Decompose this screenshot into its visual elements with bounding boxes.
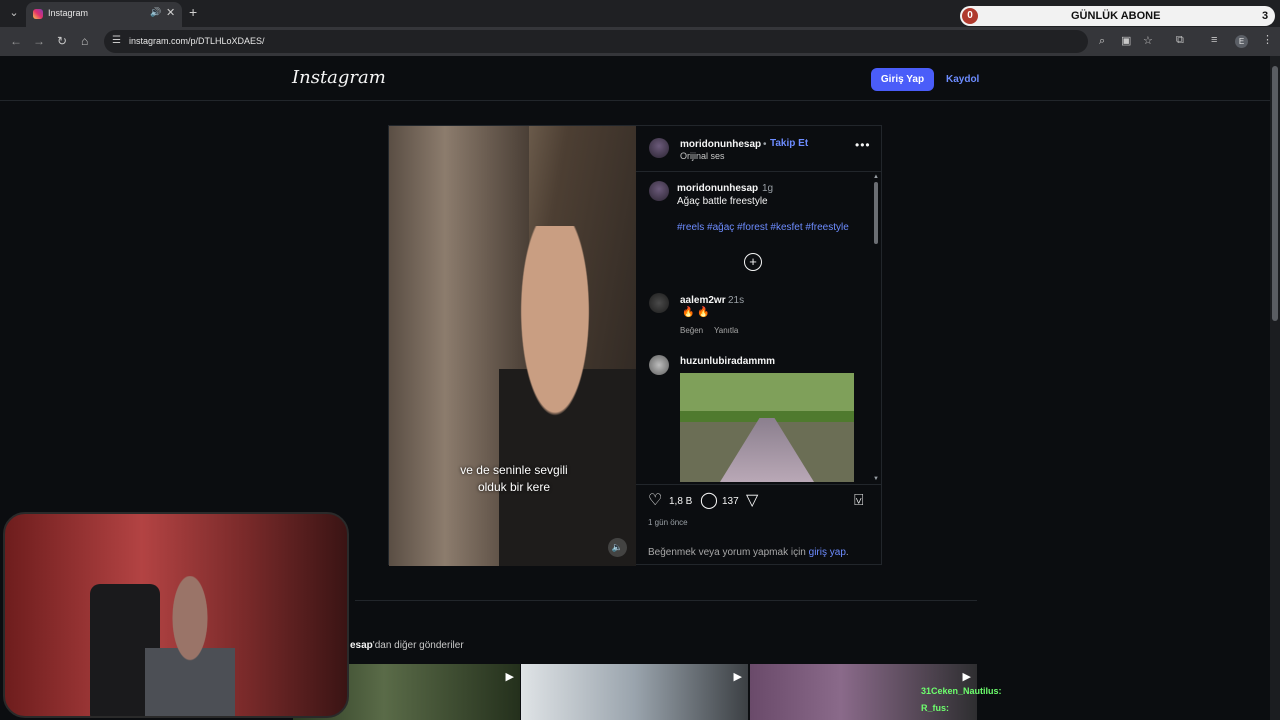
comment-count: 137	[722, 496, 739, 507]
chat-line: R_fus:	[921, 703, 949, 713]
comment-username[interactable]: aalem2wr	[680, 295, 726, 306]
instagram-logo[interactable]: Instagram	[292, 67, 386, 88]
comment-reply-link[interactable]: Yanıtla	[714, 326, 738, 335]
url-text: instagram.com/p/DTLHLoXDAES/	[129, 36, 265, 46]
separator-dot: •	[763, 139, 767, 150]
tab-title: Instagram	[48, 8, 89, 18]
section-divider	[355, 600, 977, 601]
comment-username[interactable]: huzunlubiradammm	[680, 356, 775, 367]
login-prompt-prefix: Beğenmek veya yorum yapmak için	[648, 547, 806, 558]
author-username[interactable]: moridonunhesap	[680, 139, 761, 150]
chat-user: 31Ceken_Nautilus:	[921, 686, 1002, 696]
more-posts-heading: esap'dan diğer gönderiler	[350, 640, 464, 651]
post-actions: ♡ 1,8 B ◯ 137 ▽ ⍌ 1 gün önce Beğenmek ve…	[636, 484, 881, 564]
new-tab-icon[interactable]: +	[189, 4, 197, 20]
ig-header: Instagram Giriş Yap Kaydol	[0, 56, 1270, 101]
road-shape	[720, 418, 814, 482]
load-more-comments-icon[interactable]: +	[744, 253, 762, 271]
bookmark-icon[interactable]: ⍌	[854, 493, 864, 509]
post-card: ve de seninle sevgili olduk bir kere 🔈 m…	[388, 125, 882, 566]
forward-arrow-icon[interactable]: →	[33, 34, 45, 48]
signup-link[interactable]: Kaydol	[946, 74, 979, 85]
profile-avatar[interactable]: E	[1235, 35, 1248, 48]
post-sidebar: moridonunhesap • Takip Et Orijinal ses •…	[636, 126, 881, 564]
reel-icon: ▶	[505, 671, 514, 683]
page-scrollbar[interactable]	[1270, 56, 1280, 720]
home-icon[interactable]: ⌂	[81, 34, 88, 48]
extensions-icon[interactable]: ⧉	[1176, 34, 1184, 46]
install-app-icon[interactable]: ▣	[1121, 35, 1131, 47]
login-prompt-suffix: .	[845, 547, 849, 558]
comments-scrollbar[interactable]: ▲ ▼	[873, 174, 879, 482]
mute-toggle-icon[interactable]: 🔈	[608, 538, 627, 557]
author-avatar[interactable]	[649, 138, 669, 158]
tab-audio-icon[interactable]: 🔊	[150, 7, 161, 18]
sub-counter-current: 0	[962, 8, 978, 24]
share-send-icon[interactable]: ▽	[746, 493, 758, 509]
sub-counter-title: GÜNLÜK ABONE	[1071, 10, 1161, 22]
reload-icon[interactable]: ↻	[57, 34, 67, 48]
page-scroll-thumb[interactable]	[1272, 66, 1278, 321]
chat-line: 31Ceken_Nautilus:	[921, 686, 1002, 696]
webcam-overlay	[3, 512, 349, 718]
login-prompt: Beğenmek veya yorum yapmak için giriş ya…	[648, 547, 849, 558]
video-subtitle-line1: ve de seninle sevgili	[460, 463, 568, 477]
caption-hashtags[interactable]: #reels #ağaç #forest #kesfet #freestyle	[677, 222, 849, 233]
audio-label[interactable]: Orijinal ses	[680, 151, 725, 161]
posted-time: 1 gün önce	[648, 518, 688, 527]
menu-kebab-icon[interactable]: ⋮	[1262, 34, 1273, 46]
scroll-down-arrow-icon[interactable]: ▼	[873, 476, 879, 482]
reel-video[interactable]: ve de seninle sevgili olduk bir kere 🔈	[389, 126, 636, 566]
caption-username[interactable]: moridonunhesap	[677, 183, 758, 194]
like-count: 1,8 B	[669, 496, 693, 507]
browser-tab[interactable]: Instagram 🔊 ✕	[26, 2, 182, 27]
caption-text: Ağaç battle freestyle	[677, 196, 768, 207]
comment-bubble-icon[interactable]: ◯	[700, 493, 718, 509]
login-prompt-link[interactable]: giriş yap	[809, 547, 846, 558]
more-options-icon[interactable]: •••	[855, 138, 871, 152]
comment-like-link[interactable]: Beğen	[680, 326, 703, 335]
login-button[interactable]: Giriş Yap	[871, 68, 934, 91]
reading-list-icon[interactable]: ≡	[1211, 34, 1217, 46]
heart-icon[interactable]: ♡	[648, 493, 662, 509]
comments-scroll-thumb[interactable]	[874, 182, 878, 244]
zoom-icon[interactable]: ⌕	[1099, 35, 1105, 47]
comment-avatar[interactable]	[649, 293, 669, 313]
chat-user: R_fus:	[921, 703, 950, 713]
video-subtitle: ve de seninle sevgili olduk bir kere	[419, 462, 609, 496]
sub-counter-goal: 3	[1262, 10, 1269, 22]
back-arrow-icon[interactable]: ←	[10, 34, 22, 48]
tab-close-icon[interactable]: ✕	[166, 6, 175, 19]
sub-counter-overlay: 0 GÜNLÜK ABONE 3	[960, 6, 1275, 26]
more-posts-suffix: 'dan diğer gönderiler	[372, 640, 464, 651]
tab-list-chevron-icon[interactable]: ⌄	[5, 4, 23, 22]
reel-icon: ▶	[962, 671, 971, 683]
video-subtitle-line2: olduk bir kere	[477, 480, 551, 494]
caption-time: 1g	[762, 183, 774, 194]
webcam-streamer	[145, 576, 235, 716]
follow-button[interactable]: Takip Et	[770, 138, 808, 149]
reel-icon: ▶	[733, 671, 742, 683]
scroll-up-arrow-icon[interactable]: ▲	[873, 174, 879, 180]
browser-toolbar: ← → ↻ ⌂ ☰ instagram.com/p/DTLHLoXDAES/ ⌕…	[0, 27, 1280, 56]
post-header: moridonunhesap • Takip Et Orijinal ses •…	[636, 126, 881, 172]
comment-gif-image	[680, 373, 854, 482]
comment-avatar[interactable]	[649, 355, 669, 375]
caption-avatar[interactable]	[649, 181, 669, 201]
instagram-favicon-icon	[33, 9, 43, 19]
bookmark-star-icon[interactable]: ☆	[1143, 35, 1153, 47]
address-bar[interactable]: ☰ instagram.com/p/DTLHLoXDAES/ ⌕ ▣ ☆	[104, 30, 1153, 53]
comment-text: 🔥 🔥	[682, 307, 710, 318]
more-post-thumbnail[interactable]: ▶	[521, 664, 748, 720]
more-posts-username[interactable]: esap	[350, 640, 373, 651]
site-info-icon[interactable]: ☰	[112, 35, 121, 46]
video-person	[499, 226, 636, 566]
comment-time: 21s	[728, 295, 745, 306]
